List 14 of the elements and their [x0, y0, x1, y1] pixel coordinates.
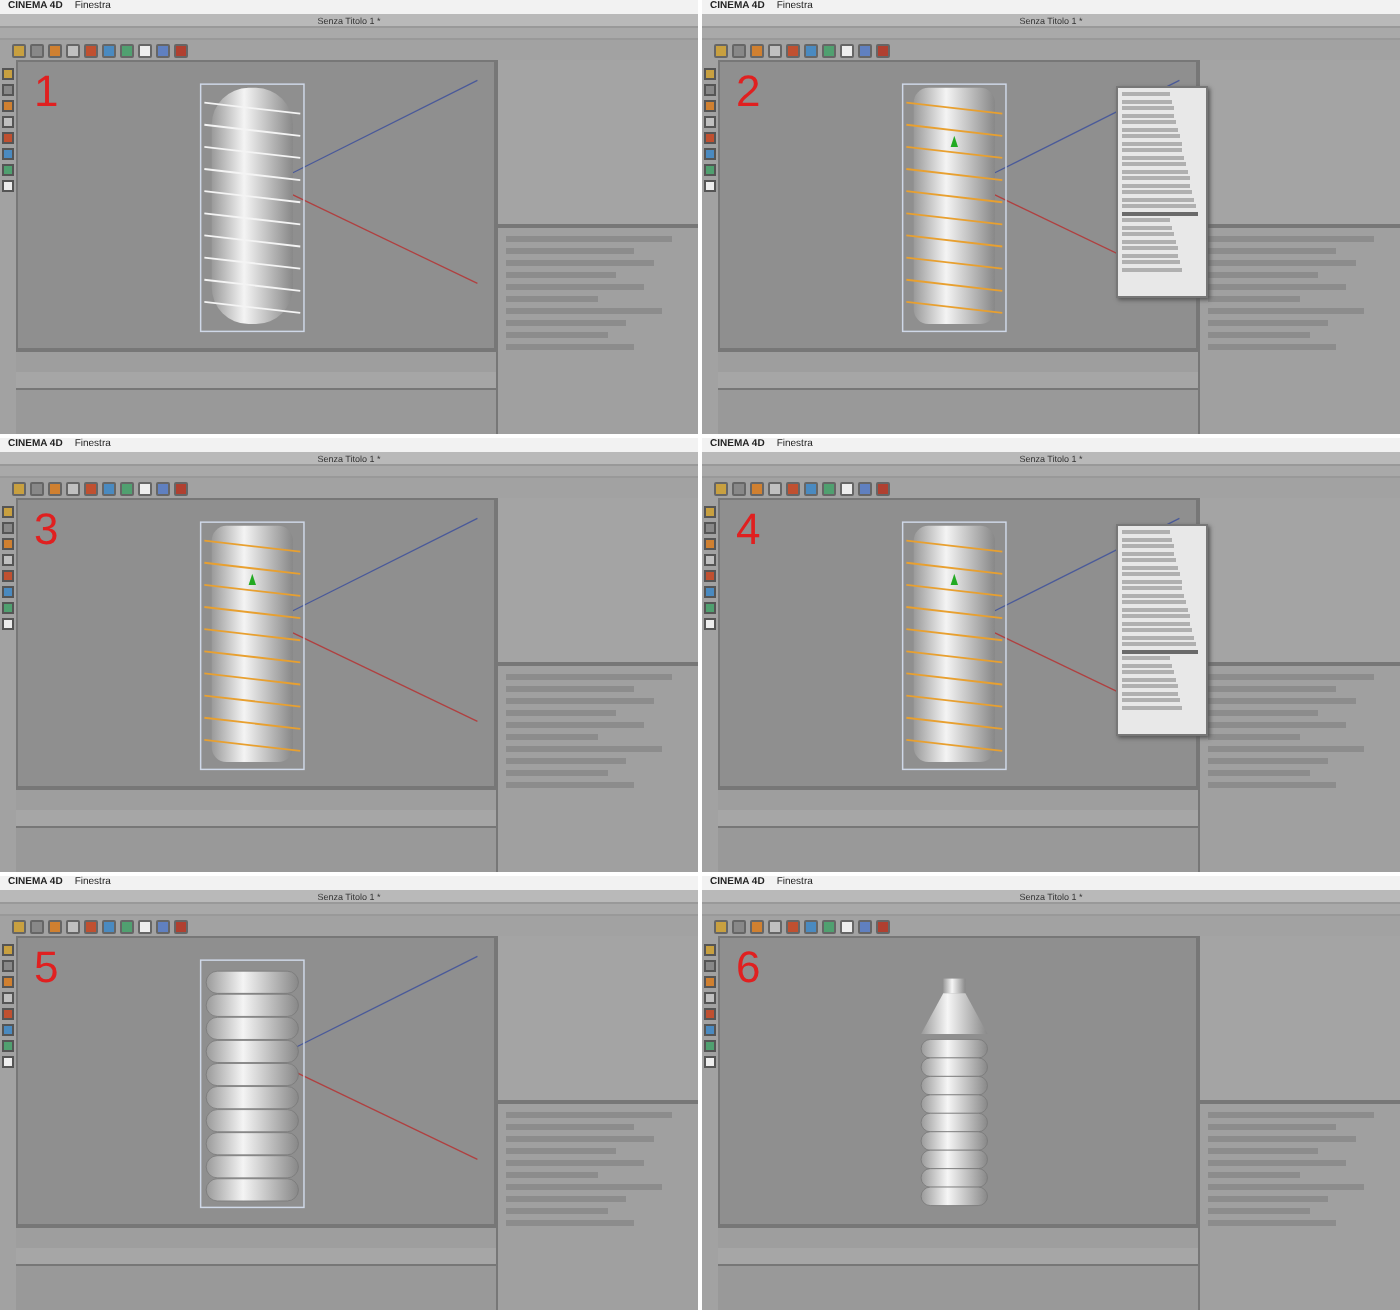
step-number: 5 — [34, 946, 59, 990]
step-number: 6 — [736, 946, 761, 990]
step-number: 3 — [34, 508, 59, 552]
timeline[interactable] — [16, 788, 496, 810]
context-menu[interactable] — [1116, 86, 1208, 298]
context-menu[interactable] — [1116, 524, 1208, 736]
step-number: 4 — [736, 508, 761, 552]
timeline[interactable] — [16, 1226, 496, 1248]
step-number: 2 — [736, 70, 761, 114]
timeline[interactable] — [718, 788, 1198, 810]
timeline[interactable] — [718, 350, 1198, 372]
timeline[interactable] — [718, 1226, 1198, 1248]
timeline[interactable] — [16, 350, 496, 372]
step-number: 1 — [34, 70, 59, 114]
